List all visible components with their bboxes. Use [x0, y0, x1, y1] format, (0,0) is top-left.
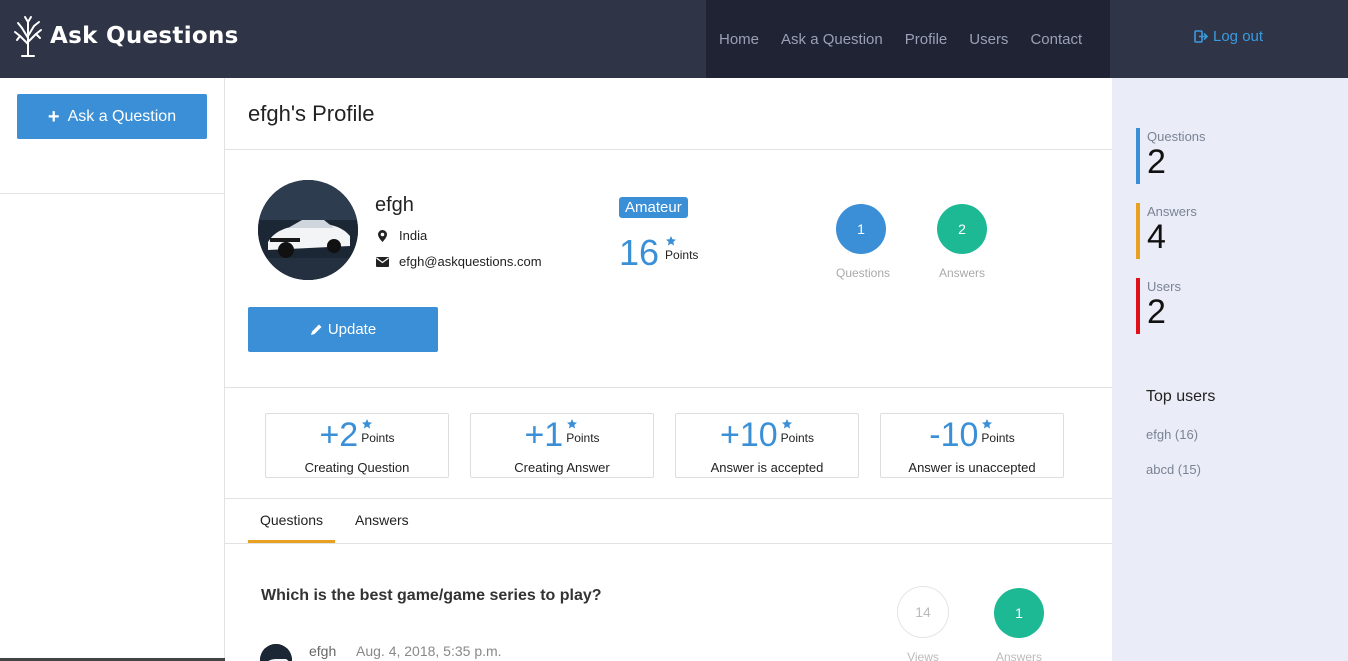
stat-value: 2	[1147, 293, 1166, 331]
point-rule-card: +2 Points Creating Question	[265, 413, 449, 478]
point-rule-unit: Points	[981, 431, 1015, 445]
plus-icon: +	[47, 105, 60, 128]
tab-answers[interactable]: Answers	[355, 512, 409, 528]
points-label: Points	[665, 248, 699, 262]
update-label: Update	[327, 321, 377, 338]
update-button[interactable]: Update	[248, 307, 438, 352]
stat-bar	[1136, 128, 1140, 184]
question-date: Aug. 4, 2018, 5:35 p.m.	[356, 643, 502, 659]
main-nav: Home Ask a Question Profile Users Contac…	[706, 0, 1110, 78]
logout-label: Log out	[1213, 28, 1264, 45]
point-rule-description: Creating Question	[304, 460, 410, 475]
envelope-icon	[375, 256, 389, 267]
point-rule-description: Answer is accepted	[710, 460, 824, 475]
divider	[225, 149, 1112, 150]
profile-points: 16 Points	[619, 235, 698, 271]
point-rule-value: +1	[524, 416, 564, 454]
map-pin-icon	[375, 229, 389, 242]
answers-label: Answers	[995, 650, 1042, 661]
ask-question-label: Ask a Question	[67, 107, 177, 125]
stat-label: Questions	[1147, 129, 1206, 144]
stat-value: 2	[1147, 143, 1166, 181]
top-user-link[interactable]: efgh (16)	[1146, 427, 1198, 442]
username: efgh	[375, 194, 414, 216]
tree-logo-icon	[14, 16, 42, 57]
avatar	[260, 644, 292, 661]
divider	[0, 193, 224, 194]
point-rule-card: +1 Points Creating Answer	[470, 413, 654, 478]
stat-label: Answers	[1147, 204, 1197, 219]
nav-ask-question[interactable]: Ask a Question	[781, 31, 883, 48]
star-icon	[982, 419, 993, 429]
site-logo[interactable]: Ask Questions	[10, 14, 239, 58]
site-stat-questions: Questions 2	[1136, 128, 1316, 184]
top-header: Ask Questions Home Ask a Question Profil…	[0, 0, 1348, 78]
point-rule-value: -10	[929, 416, 979, 454]
questions-count-circle[interactable]: 1	[836, 204, 886, 254]
point-rule-card: -10 Points Answer is unaccepted	[880, 413, 1064, 478]
rank-badge: Amateur	[619, 197, 688, 218]
profile-main: efgh's Profile efgh India efgh@askquesti…	[225, 78, 1112, 661]
avatar	[258, 180, 358, 280]
point-rule-unit: Points	[361, 431, 395, 445]
nav-profile[interactable]: Profile	[905, 31, 948, 48]
page-title: efgh's Profile	[248, 101, 375, 126]
point-rule-unit: Points	[566, 431, 600, 445]
tab-questions[interactable]: Questions	[260, 512, 323, 528]
email-text: efgh@askquestions.com	[399, 254, 542, 269]
nav-contact[interactable]: Contact	[1030, 31, 1082, 48]
question-title[interactable]: Which is the best game/game series to pl…	[261, 587, 602, 605]
star-icon	[567, 419, 578, 429]
stat-value: 4	[1147, 218, 1166, 256]
logout-link[interactable]: Log out	[1194, 28, 1263, 45]
point-rule-description: Answer is unaccepted	[908, 460, 1036, 475]
stat-label: Users	[1147, 279, 1181, 294]
ask-question-button[interactable]: + Ask a Question	[17, 94, 207, 139]
site-stat-users: Users 2	[1136, 278, 1316, 334]
logout-icon	[1194, 30, 1208, 43]
answers-count: 1	[994, 588, 1044, 638]
question-author[interactable]: efgh	[309, 643, 336, 659]
top-users-title: Top users	[1146, 388, 1216, 405]
logo-text: Ask Questions	[50, 23, 239, 49]
nav-users[interactable]: Users	[969, 31, 1008, 48]
divider	[225, 543, 1112, 544]
star-icon	[666, 236, 677, 246]
views-count: 14	[897, 586, 949, 638]
point-rule-value: +10	[719, 416, 778, 454]
right-sidebar: Questions 2 Answers 4 Users 2 Top users …	[1112, 78, 1348, 661]
nav-home[interactable]: Home	[719, 31, 759, 48]
answers-count-label: Answers	[938, 266, 985, 280]
points-value: 16	[619, 232, 660, 273]
location-text: India	[399, 228, 428, 243]
stat-bar	[1136, 203, 1140, 259]
top-user-link[interactable]: abcd (15)	[1146, 462, 1201, 477]
point-rule-unit: Points	[780, 431, 815, 445]
questions-count-label: Questions	[835, 266, 891, 280]
views-label: Views	[907, 650, 939, 661]
location-row: India	[375, 228, 427, 243]
email-row: efgh@askquestions.com	[375, 254, 542, 269]
point-rule-description: Creating Answer	[514, 460, 610, 475]
point-rule-value: +2	[319, 416, 359, 454]
stat-bar	[1136, 278, 1140, 334]
left-sidebar: + Ask a Question	[0, 78, 225, 661]
pencil-icon	[310, 324, 322, 335]
point-rule-card: +10 Points Answer is accepted	[675, 413, 859, 478]
divider	[225, 387, 1112, 388]
star-icon	[362, 419, 373, 429]
answers-count-circle[interactable]: 2	[937, 204, 987, 254]
divider	[225, 498, 1112, 499]
site-stat-answers: Answers 4	[1136, 203, 1316, 259]
star-icon	[781, 419, 792, 429]
